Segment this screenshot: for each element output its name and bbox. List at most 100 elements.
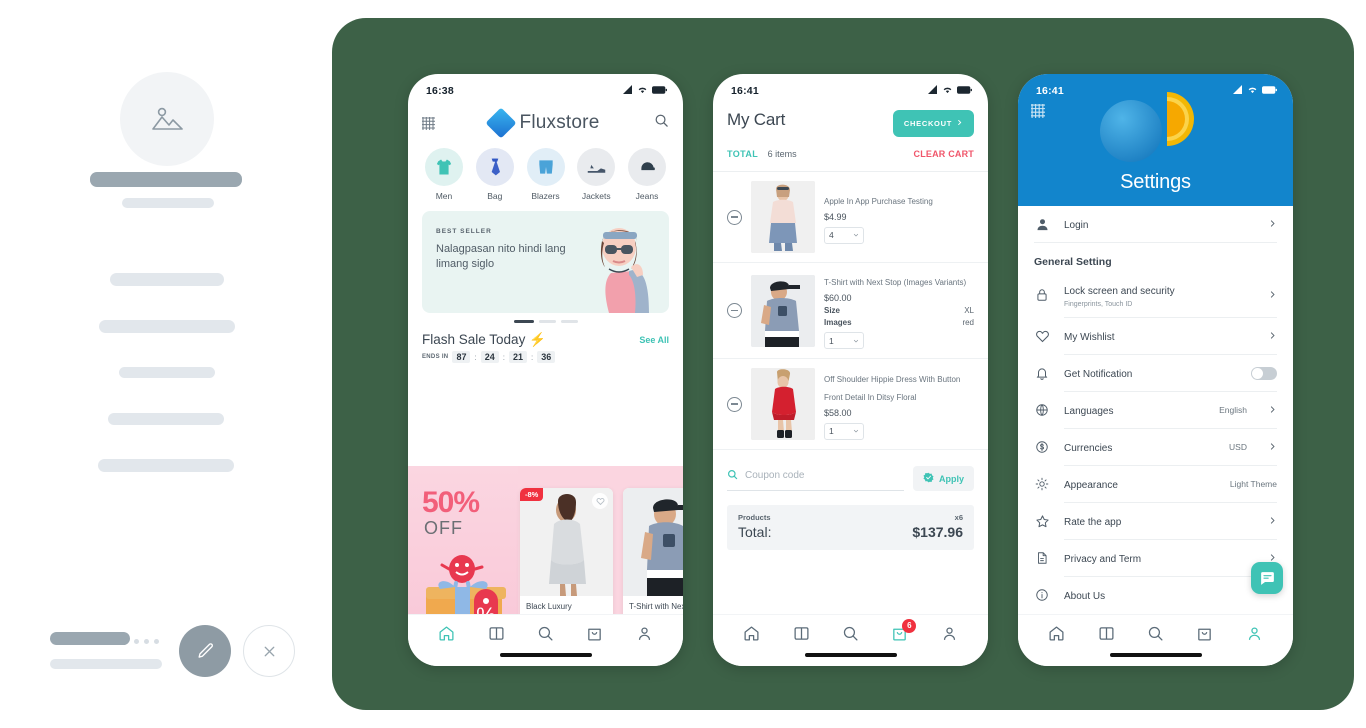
- quantity-stepper[interactable]: 1: [824, 332, 864, 349]
- settings-row-rate-app[interactable]: Rate the app: [1018, 503, 1293, 539]
- product-card[interactable]: T-Shirt with Next Stop (Images $60.00 So…: [623, 488, 683, 614]
- wifi-icon: [637, 85, 648, 97]
- flash-sale-title: Flash Sale Today: [422, 332, 526, 347]
- flash-sale-strip: 50% OFF %: [408, 466, 683, 614]
- edit-button[interactable]: [179, 625, 231, 677]
- product-card[interactable]: -8% Black Luxury Backpack (Product $55.0…: [520, 488, 613, 614]
- flash-sale-header: Flash Sale Today ⚡ See All: [408, 323, 683, 348]
- skeleton-bar: [108, 413, 224, 425]
- nav-home-icon[interactable]: [438, 625, 455, 642]
- nav-profile-icon[interactable]: [1246, 625, 1263, 642]
- grid-menu-icon[interactable]: [422, 116, 435, 130]
- category-item[interactable]: Men: [422, 148, 466, 201]
- sale-off-label: OFF: [424, 518, 463, 538]
- nav-home-icon[interactable]: [743, 625, 760, 642]
- nav-search-icon[interactable]: [537, 625, 554, 642]
- cart-item-attribute: Size XL: [824, 306, 974, 315]
- skeleton-bar: [90, 172, 242, 187]
- cart-item[interactable]: T-Shirt with Next Stop (Images Variants)…: [713, 263, 988, 359]
- wifi-icon: [1247, 85, 1258, 97]
- nav-category-icon[interactable]: [1098, 625, 1115, 642]
- bell-icon: [1034, 366, 1050, 380]
- products-count: x6: [954, 513, 963, 522]
- phone-cart-screen: 16:41 My Cart CHECKOUT TOTAL 6 items CLE…: [713, 74, 988, 666]
- nav-search-icon[interactable]: [1147, 625, 1164, 642]
- nav-search-icon[interactable]: [842, 625, 859, 642]
- chevron-right-icon: [1268, 327, 1277, 345]
- nav-cart-icon[interactable]: [586, 625, 603, 642]
- chevron-right-icon: [1268, 438, 1277, 456]
- countdown-separator: :: [474, 352, 477, 362]
- row-value: English: [1219, 405, 1247, 415]
- orange-slice-illustration: [1167, 92, 1194, 146]
- chevron-right-icon: [1268, 401, 1277, 419]
- phone-home-screen: 16:38 Fluxstore Men Bag Blazers Jackets …: [408, 74, 683, 666]
- coupon-input[interactable]: Coupon code: [727, 467, 904, 491]
- row-label: Rate the app: [1064, 517, 1122, 528]
- tshirt-icon: [425, 148, 463, 186]
- search-icon[interactable]: [654, 113, 669, 133]
- settings-row-notification[interactable]: Get Notification: [1018, 355, 1293, 391]
- nav-cart-icon[interactable]: [1196, 625, 1213, 642]
- sale-banner[interactable]: 50% OFF %: [408, 466, 518, 614]
- settings-row-wishlist[interactable]: My Wishlist: [1018, 318, 1293, 354]
- close-button[interactable]: [243, 625, 295, 677]
- bottom-navigation: [1018, 614, 1293, 666]
- see-all-link[interactable]: See All: [639, 335, 669, 345]
- attribute-value: XL: [964, 306, 974, 315]
- quantity-stepper[interactable]: 4: [824, 226, 864, 244]
- signal-icon: [623, 85, 633, 97]
- quantity-value: 1: [829, 426, 834, 436]
- product-name: T-Shirt with Next Stop (Images: [629, 602, 683, 614]
- cart-item[interactable]: Apple In App Purchase Testing $4.99 4: [713, 172, 988, 263]
- minus-circle-icon[interactable]: [727, 396, 742, 412]
- nav-category-icon[interactable]: [793, 625, 810, 642]
- countdown-days: 87: [452, 351, 471, 363]
- grid-menu-icon[interactable]: [1031, 104, 1045, 123]
- chevron-right-icon: [1268, 286, 1277, 304]
- dollar-icon: [1034, 440, 1050, 454]
- minus-circle-icon[interactable]: [727, 209, 742, 225]
- apply-coupon-button[interactable]: Apply: [912, 466, 974, 491]
- cart-badge: 6: [902, 619, 917, 633]
- minus-circle-icon[interactable]: [727, 303, 742, 318]
- checkout-button[interactable]: CHECKOUT: [892, 110, 974, 137]
- quantity-stepper[interactable]: 1: [824, 422, 864, 440]
- banner-kicker: BEST SELLER: [436, 228, 492, 235]
- settings-row-lock-screen[interactable]: Lock screen and security Fingerprints, T…: [1018, 272, 1293, 317]
- cart-item-name: Off Shoulder Hippie Dress With Button Fr…: [824, 374, 961, 402]
- chevron-down-icon: [853, 336, 859, 346]
- bottom-navigation: 6: [713, 614, 988, 666]
- nav-home-icon[interactable]: [1048, 625, 1065, 642]
- settings-row-appearance[interactable]: Appearance Light Theme: [1018, 466, 1293, 502]
- nav-cart-icon[interactable]: 6: [891, 619, 917, 642]
- nav-category-icon[interactable]: [488, 625, 505, 642]
- shoe-icon: [577, 148, 616, 186]
- category-item[interactable]: Blazers: [524, 148, 568, 201]
- nav-profile-icon[interactable]: [636, 625, 653, 642]
- attribute-key: Size: [824, 306, 841, 315]
- notification-toggle[interactable]: [1251, 366, 1277, 380]
- heart-icon[interactable]: [592, 493, 608, 509]
- row-label: Get Notification: [1064, 369, 1133, 380]
- settings-row-login[interactable]: Login: [1018, 206, 1293, 242]
- bottom-navigation: [408, 614, 683, 666]
- lock-icon: [1034, 288, 1050, 302]
- category-item[interactable]: Jeans: [625, 148, 669, 201]
- row-label: Login: [1064, 220, 1089, 231]
- cart-header: My Cart CHECKOUT: [713, 102, 988, 137]
- settings-row-languages[interactable]: Languages English: [1018, 392, 1293, 428]
- chat-icon[interactable]: [1251, 562, 1283, 594]
- chevron-right-icon: [956, 119, 963, 128]
- cart-item[interactable]: Off Shoulder Hippie Dress With Button Fr…: [713, 359, 988, 450]
- promo-banner[interactable]: BEST SELLER Nalagpasan nito hindi lang l…: [422, 211, 669, 313]
- category-item[interactable]: Jackets: [574, 148, 618, 201]
- row-label: Privacy and Term: [1064, 554, 1142, 565]
- nav-profile-icon[interactable]: [941, 625, 958, 642]
- category-item[interactable]: Bag: [473, 148, 517, 201]
- settings-row-currencies[interactable]: Currencies USD: [1018, 429, 1293, 465]
- clear-cart-button[interactable]: CLEAR CART: [914, 149, 975, 159]
- discount-badge: -8%: [520, 488, 544, 501]
- battery-icon: [957, 85, 972, 97]
- coupon-row: Coupon code Apply: [713, 450, 988, 491]
